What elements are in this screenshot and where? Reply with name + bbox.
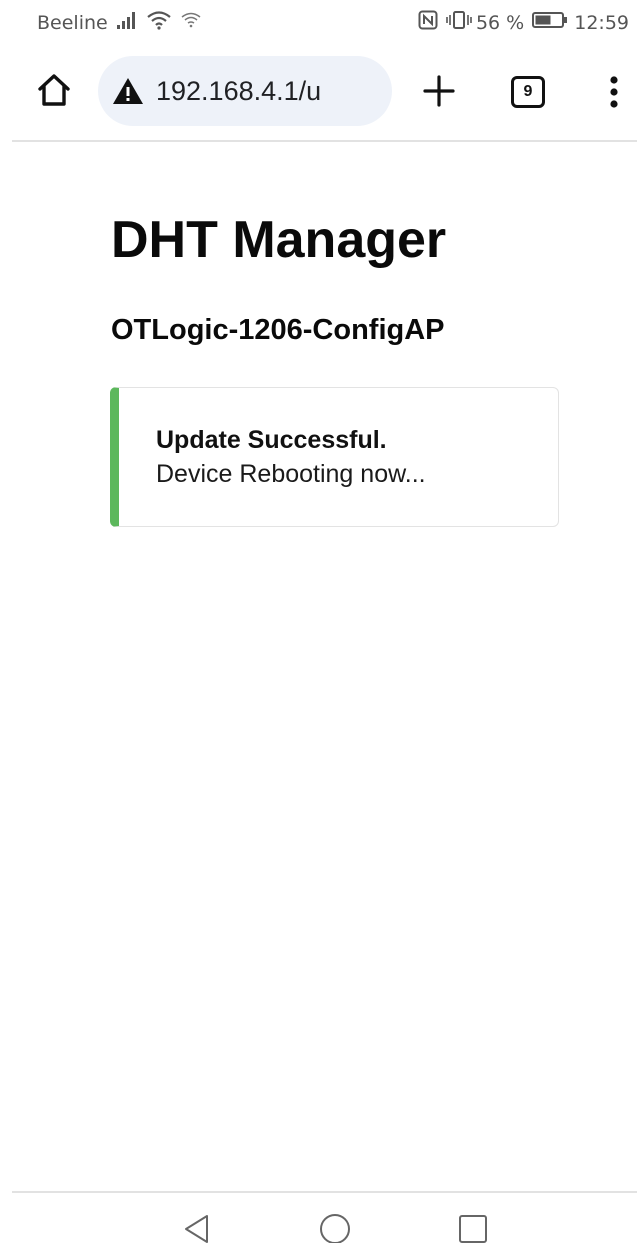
nfc-icon — [418, 10, 438, 35]
status-bar-left: Beeline — [37, 10, 202, 35]
battery-percent: 56 % — [475, 11, 525, 34]
plus-icon — [423, 75, 455, 107]
vibrate-icon — [446, 10, 472, 35]
battery-icon — [532, 11, 568, 34]
home-circle-icon — [320, 1214, 350, 1243]
home-button[interactable] — [34, 70, 78, 114]
carrier-name: Beeline — [37, 11, 108, 34]
nav-divider — [12, 1191, 637, 1193]
wifi-icon — [146, 10, 172, 35]
more-vert-icon — [610, 76, 618, 108]
browser-toolbar: 192.168.4.1/u 9 — [0, 52, 637, 132]
alert-message: Device Rebooting now... — [156, 460, 426, 488]
status-bar: Beeline 56 % 12:59 — [0, 0, 637, 44]
page-subtitle: OTLogic-1206-ConfigAP — [111, 314, 445, 346]
recents-button[interactable] — [456, 1212, 490, 1243]
tab-count: 9 — [523, 83, 533, 100]
alert-title: Update Successful. — [156, 426, 387, 454]
phone-screen: Beeline 56 % 12:59 192.168.4.1/u 9 DHT M… — [0, 0, 637, 1243]
signal-icon — [116, 11, 138, 34]
tab-switcher-button[interactable]: 9 — [511, 76, 545, 108]
toolbar-divider — [12, 140, 637, 142]
back-button[interactable] — [180, 1212, 214, 1243]
new-tab-button[interactable] — [420, 72, 458, 110]
warning-icon[interactable] — [112, 76, 144, 106]
url-text[interactable]: 192.168.4.1/u — [156, 76, 321, 107]
url-bar[interactable]: 192.168.4.1/u — [98, 56, 392, 126]
more-menu-button[interactable] — [606, 72, 622, 112]
page-title: DHT Manager — [111, 211, 447, 269]
home-icon — [38, 74, 70, 106]
recents-icon — [459, 1215, 487, 1243]
wifi-calling-icon — [180, 11, 202, 34]
status-bar-right: 56 % 12:59 — [410, 10, 629, 35]
back-icon — [185, 1215, 208, 1243]
clock: 12:59 — [574, 11, 629, 34]
nav-home-button[interactable] — [318, 1212, 352, 1243]
success-alert: Update Successful. Device Rebooting now.… — [110, 387, 559, 527]
